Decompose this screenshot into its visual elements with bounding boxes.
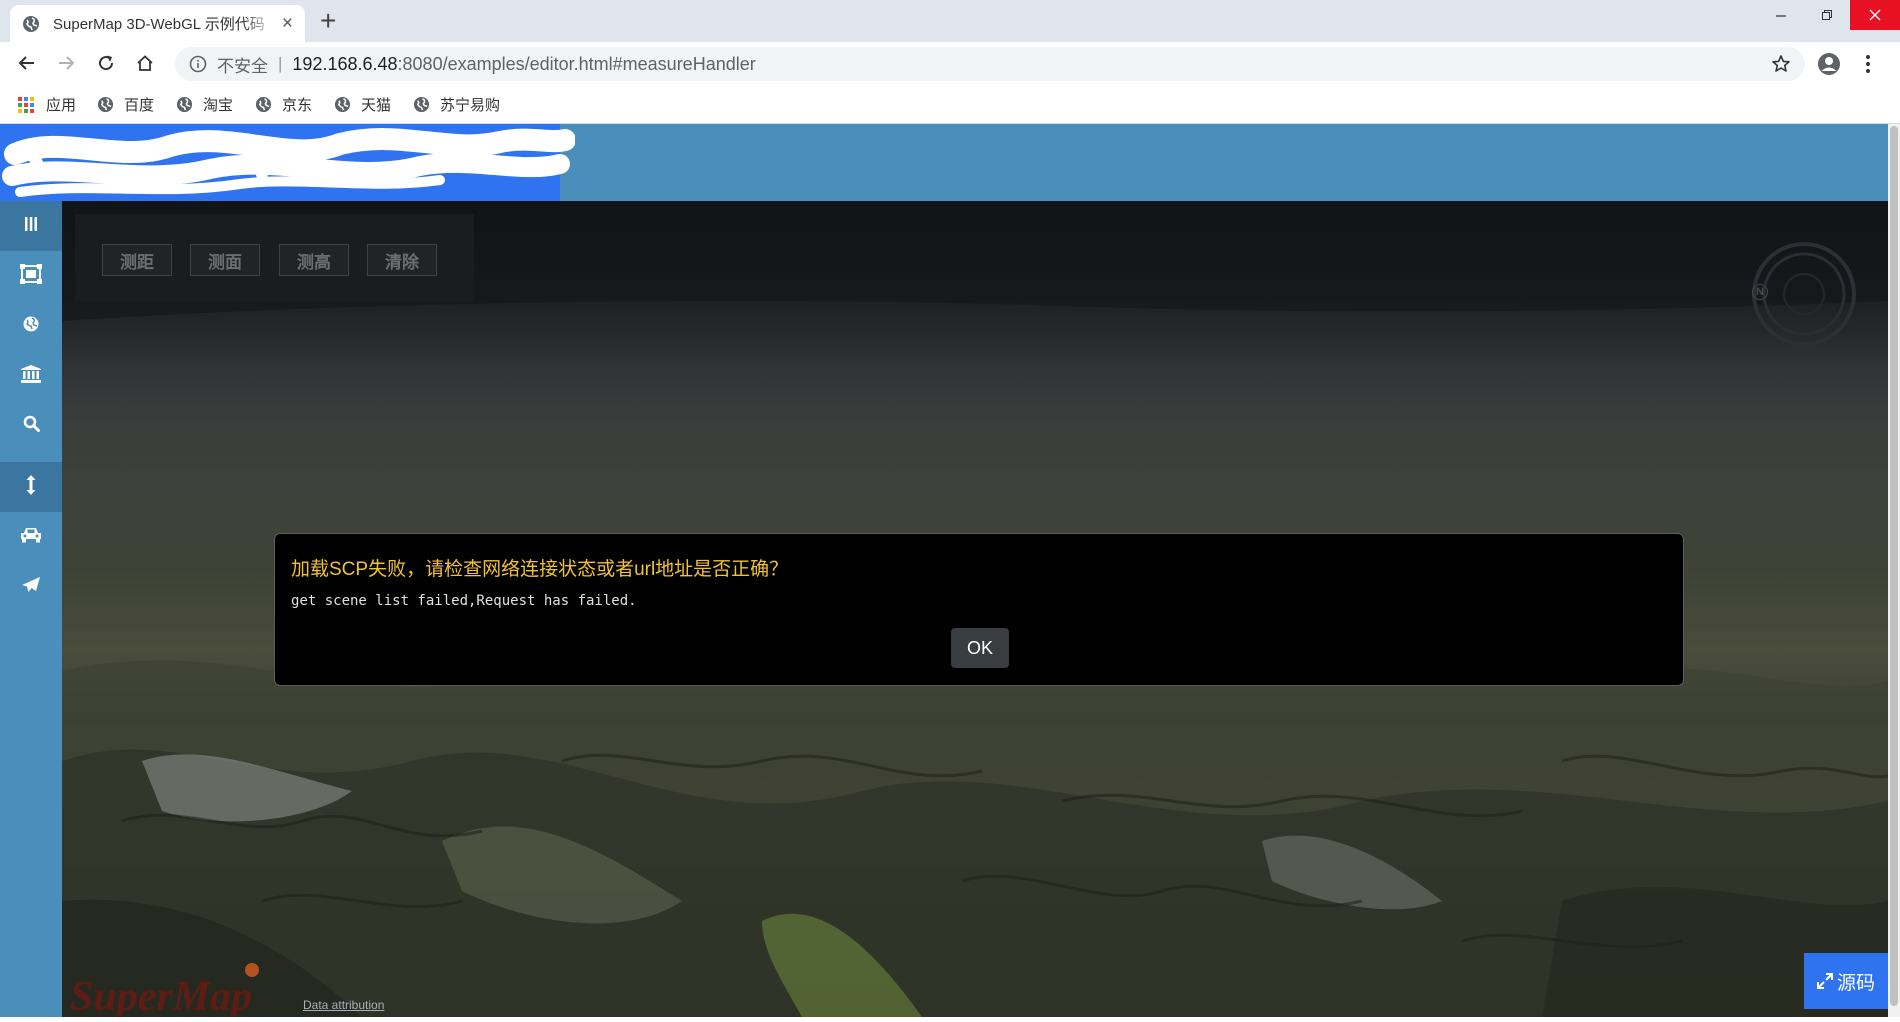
search-icon bbox=[23, 415, 40, 437]
source-code-button[interactable]: 源码 bbox=[1804, 953, 1888, 1009]
dialog-ok-button[interactable]: OK bbox=[951, 628, 1009, 668]
globe-icon bbox=[334, 96, 351, 113]
address-path: :8080/examples/editor.html#measureHandle… bbox=[397, 53, 756, 74]
paper-plane-icon bbox=[22, 576, 40, 598]
data-attribution-link[interactable]: Data attribution bbox=[303, 998, 384, 1012]
page-scrollbar-thumb[interactable] bbox=[1890, 126, 1898, 1006]
sidebar-item-car[interactable] bbox=[0, 512, 62, 562]
security-label: 不安全 bbox=[217, 56, 268, 76]
sidebar-item-search[interactable] bbox=[0, 401, 62, 451]
sidebar-item-bank[interactable] bbox=[0, 351, 62, 401]
bookmark-label: 天猫 bbox=[361, 97, 392, 114]
bookmark-label: 苏宁易购 bbox=[440, 97, 501, 114]
home-icon[interactable] bbox=[132, 50, 158, 76]
dialog-title: 加载SCP失败，请检查网络连接状态或者url地址是否正确？ bbox=[291, 559, 789, 580]
left-sidebar bbox=[0, 201, 62, 1017]
bookmark-jd[interactable]: 京东 bbox=[255, 94, 312, 115]
navigation-compass[interactable]: N bbox=[1752, 242, 1856, 346]
layers-icon bbox=[20, 263, 42, 289]
sidebar-item-menu[interactable] bbox=[0, 201, 62, 251]
bookmark-star-icon[interactable] bbox=[1771, 54, 1791, 74]
expand-arrows-icon bbox=[1816, 973, 1833, 989]
vertical-arrows-icon bbox=[26, 474, 36, 500]
sidebar-item-layers[interactable] bbox=[0, 251, 62, 301]
browser-tabstrip: SuperMap 3D-WebGL 示例代码 × + bbox=[0, 0, 1900, 42]
address-host: 192.168.6.48 bbox=[292, 53, 398, 74]
bookmark-taobao[interactable]: 淘宝 bbox=[176, 94, 233, 115]
error-dialog: 加载SCP失败，请检查网络连接状态或者url地址是否正确？ get scene … bbox=[274, 533, 1684, 686]
globe-icon bbox=[413, 96, 430, 113]
source-button-label: 源码 bbox=[1836, 972, 1875, 994]
car-icon bbox=[20, 527, 42, 548]
supermap-logo-text: SuperMap bbox=[70, 974, 252, 1017]
page-scrollbar[interactable] bbox=[1888, 124, 1900, 1017]
address-separator: | bbox=[278, 54, 283, 73]
window-maximize-button[interactable] bbox=[1804, 0, 1850, 30]
bookmark-tmall[interactable]: 天猫 bbox=[334, 94, 391, 115]
window-close-button[interactable] bbox=[1850, 0, 1900, 30]
clear-measure-button[interactable]: 清除 bbox=[367, 244, 437, 276]
bookmark-label: 应用 bbox=[46, 97, 77, 114]
reload-icon[interactable] bbox=[93, 50, 119, 76]
new-tab-button[interactable]: + bbox=[320, 7, 336, 35]
page-header bbox=[0, 124, 1888, 201]
window-minimize-button[interactable] bbox=[1758, 0, 1804, 30]
bank-icon bbox=[21, 364, 41, 388]
browser-toolbar: 不安全 | 192.168.6.48 :8080/examples/editor… bbox=[0, 42, 1900, 84]
measure-distance-button[interactable]: 测距 bbox=[102, 244, 172, 276]
bookmark-suning[interactable]: 苏宁易购 bbox=[413, 94, 500, 115]
profile-avatar-icon[interactable] bbox=[1816, 51, 1842, 77]
sidebar-item-globe[interactable] bbox=[0, 301, 62, 351]
bookmark-label: 淘宝 bbox=[203, 97, 234, 114]
bookmark-label: 京东 bbox=[282, 97, 313, 114]
tab-title: SuperMap 3D-WebGL 示例代码 bbox=[53, 16, 265, 33]
address-bar[interactable]: 不安全 | 192.168.6.48 :8080/examples/editor… bbox=[175, 47, 1805, 81]
globe-icon bbox=[97, 96, 114, 113]
menu-bars-icon bbox=[23, 216, 39, 237]
info-icon[interactable] bbox=[189, 55, 207, 73]
bookmark-apps[interactable]: 应用 bbox=[18, 94, 76, 115]
bookmark-baidu[interactable]: 百度 bbox=[97, 94, 154, 115]
bookmarks-bar: 应用 百度 淘宝 京东 天猫 苏宁易购 bbox=[0, 84, 1900, 124]
browser-menu-icon[interactable] bbox=[1858, 51, 1878, 77]
sidebar-item-send[interactable] bbox=[0, 562, 62, 612]
globe-icon bbox=[255, 96, 272, 113]
measure-area-button[interactable]: 测面 bbox=[190, 244, 260, 276]
header-logo-area bbox=[0, 124, 575, 201]
supermap-logo: SuperMap bbox=[68, 960, 288, 1020]
dialog-message: get scene list failed,Request has failed… bbox=[291, 593, 637, 609]
measure-panel: 测距 测面 测高 清除 bbox=[75, 214, 474, 301]
globe-icon bbox=[23, 316, 39, 337]
back-arrow-icon[interactable] bbox=[14, 50, 40, 76]
forward-arrow-icon[interactable] bbox=[53, 50, 79, 76]
tab-close-icon[interactable]: × bbox=[282, 13, 293, 35]
bookmark-label: 百度 bbox=[124, 97, 155, 114]
apps-grid-icon bbox=[18, 96, 34, 113]
browser-tab-active[interactable]: SuperMap 3D-WebGL 示例代码 × bbox=[10, 5, 305, 42]
sidebar-item-measure[interactable] bbox=[0, 462, 62, 512]
redacted-title-scribble bbox=[2, 128, 575, 197]
globe-icon bbox=[22, 15, 40, 33]
compass-north-label: N bbox=[1752, 284, 1768, 300]
globe-icon bbox=[176, 96, 193, 113]
measure-height-button[interactable]: 测高 bbox=[279, 244, 349, 276]
